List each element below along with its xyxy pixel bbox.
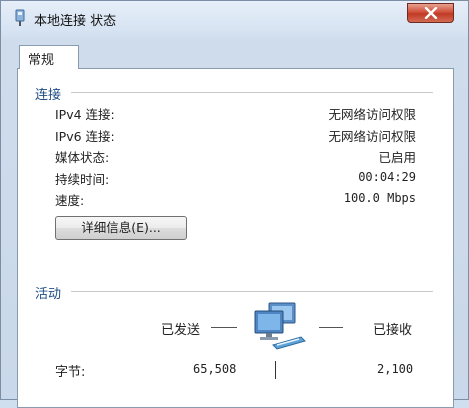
status-window: 本地连接 状态 常规 连接 IPv4 连接: 无网络访问权限 IPv6 连接: … xyxy=(0,0,469,408)
connection-group-label: 连接 xyxy=(35,88,62,103)
speed-label: 速度: xyxy=(55,193,85,208)
bytes-label: 字节: xyxy=(55,365,86,380)
close-button[interactable] xyxy=(407,3,454,23)
activity-divider xyxy=(71,291,433,292)
details-button[interactable]: 详细信息(E)... xyxy=(55,216,187,240)
media-state-label: 媒体状态: xyxy=(55,150,110,165)
bytes-received-value: 2,100 xyxy=(377,362,414,376)
duration-label: 持续时间: xyxy=(55,172,110,187)
network-adapter-icon xyxy=(15,9,25,26)
ipv4-label: IPv4 连接: xyxy=(55,107,115,122)
network-computers-icon xyxy=(254,302,306,350)
sent-connector xyxy=(211,327,237,328)
window-title: 本地连接 状态 xyxy=(34,14,117,29)
received-connector xyxy=(319,327,343,328)
connection-divider xyxy=(71,92,433,93)
ipv6-value: 无网络访问权限 xyxy=(328,129,416,144)
media-state-value: 已启用 xyxy=(378,150,416,165)
speed-value: 100.0 Mbps xyxy=(343,191,416,205)
tab-general[interactable]: 常规 xyxy=(19,45,79,69)
ipv6-label: IPv6 连接: xyxy=(55,129,115,144)
activity-group-label: 活动 xyxy=(35,287,62,302)
activity-separator xyxy=(275,361,276,379)
ipv4-value: 无网络访问权限 xyxy=(328,107,416,122)
received-label: 已接收 xyxy=(373,323,413,338)
duration-value: 00:04:29 xyxy=(358,170,416,184)
close-icon xyxy=(424,7,437,19)
sent-label: 已发送 xyxy=(161,323,201,338)
bytes-sent-value: 65,508 xyxy=(193,362,237,376)
